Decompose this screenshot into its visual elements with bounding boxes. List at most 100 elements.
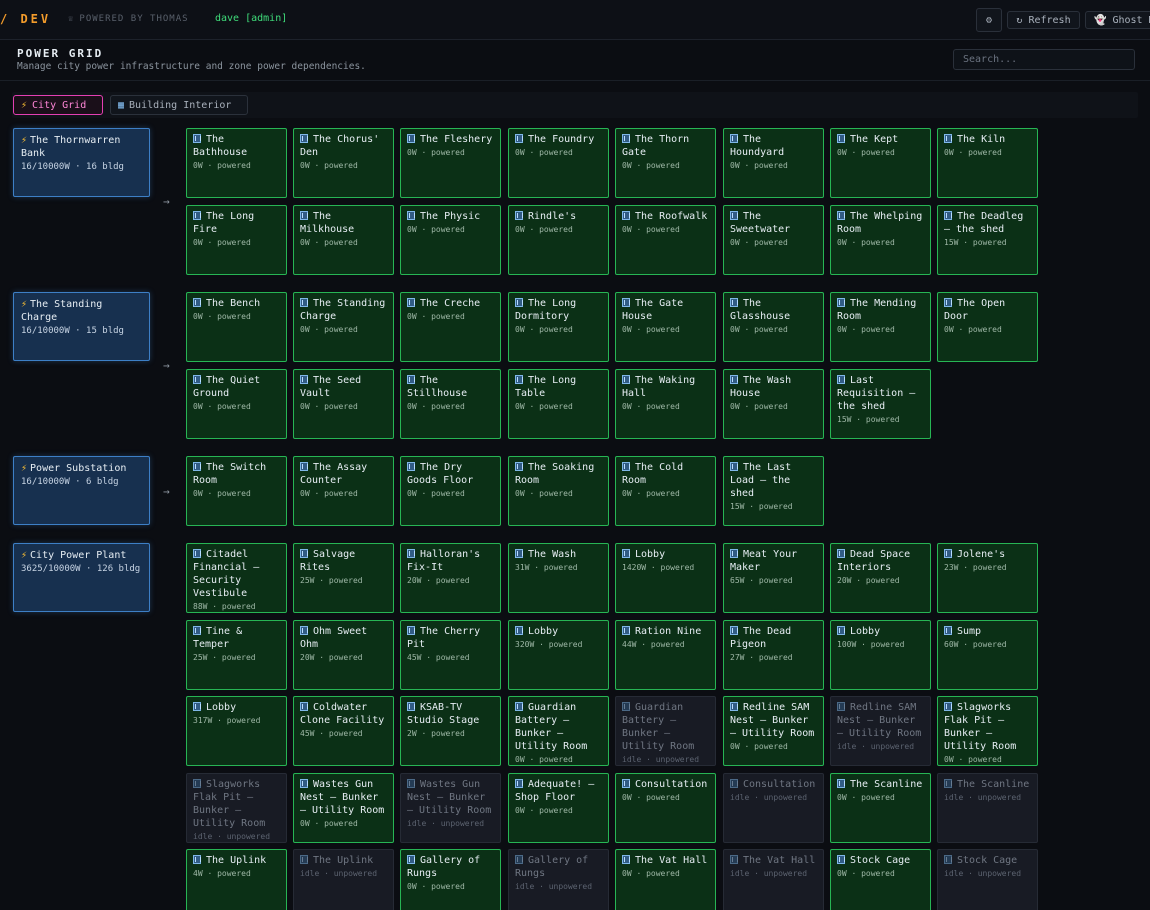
building-status: 0W · powered xyxy=(944,325,1002,334)
building-card[interactable]: The Bathhouse 0W · powered xyxy=(186,128,287,198)
building-status: 0W · powered xyxy=(622,402,680,411)
building-status: 0W · powered xyxy=(515,755,573,764)
building-card[interactable]: The Last Load — the shed 15W · powered xyxy=(723,456,824,526)
building-name: The Creche xyxy=(407,297,494,310)
building-card[interactable]: Slagworks Flak Pit — Bunker — Utility Ro… xyxy=(937,696,1038,766)
tab-building-interior[interactable]: ▦ Building Interior xyxy=(110,95,248,115)
power-source[interactable]: ⚡ The Thornwarren Bank 16/10000W · 16 bldg xyxy=(13,128,150,197)
power-source[interactable]: ⚡ Power Substation 16/10000W · 6 bldg xyxy=(13,456,150,525)
building-card[interactable]: Meat Your Maker 65W · powered xyxy=(723,543,824,613)
building-card[interactable]: The Soaking Room 0W · powered xyxy=(508,456,609,526)
building-card[interactable]: The Chorus' Den 0W · powered xyxy=(293,128,394,198)
building-card[interactable]: Citadel Financial — Security Vestibule 88… xyxy=(186,543,287,613)
power-source[interactable]: ⚡ City Power Plant 3625/10000W · 126 bldg xyxy=(13,543,150,612)
building-card[interactable]: The Waking Hall 0W · powered xyxy=(615,369,716,439)
building-name-text: Redline SAM Nest — Bunker — Utility Room xyxy=(837,702,922,739)
building-card[interactable]: Gallery of Rungs 0W · powered xyxy=(400,849,501,910)
powered-by-text: POWERED BY THOMAS xyxy=(79,14,189,24)
building-card[interactable]: The Standing Charge 0W · powered xyxy=(293,292,394,362)
building-card[interactable]: The Bench 0W · powered xyxy=(186,292,287,362)
building-card[interactable]: Lobby 100W · powered xyxy=(830,620,931,690)
building-card[interactable]: Wastes Gun Nest — Bunker — Utility Room i… xyxy=(400,773,501,843)
building-card[interactable]: The Vat Hall idle · unpowered xyxy=(723,849,824,910)
building-card[interactable]: The Kept 0W · powered xyxy=(830,128,931,198)
building-card[interactable]: The Physic 0W · powered xyxy=(400,205,501,275)
building-card[interactable]: Ohm Sweet Ohm 20W · powered xyxy=(293,620,394,690)
building-card[interactable]: Jolene's 23W · powered xyxy=(937,543,1038,613)
tab-city-grid[interactable]: ⚡ City Grid xyxy=(13,95,103,115)
building-icon xyxy=(193,462,201,471)
building-card[interactable]: The Kiln 0W · powered xyxy=(937,128,1038,198)
building-card[interactable]: Rindle's 0W · powered xyxy=(508,205,609,275)
building-card[interactable]: The Creche 0W · powered xyxy=(400,292,501,362)
building-card[interactable]: The Gate House 0W · powered xyxy=(615,292,716,362)
building-name-text: The Cold Room xyxy=(622,462,684,486)
refresh-button[interactable]: ↻ Refresh xyxy=(1007,11,1080,29)
building-card[interactable]: The Uplink 4W · powered xyxy=(186,849,287,910)
building-card[interactable]: The Seed Vault 0W · powered xyxy=(293,369,394,439)
building-card[interactable]: The Fleshery 0W · powered xyxy=(400,128,501,198)
settings-button[interactable]: ⚙ xyxy=(976,8,1002,32)
building-card[interactable]: The Foundry 0W · powered xyxy=(508,128,609,198)
building-card[interactable]: The Scanline 0W · powered xyxy=(830,773,931,843)
building-card[interactable]: The Milkhouse 0W · powered xyxy=(293,205,394,275)
building-card[interactable]: The Roofwalk 0W · powered xyxy=(615,205,716,275)
building-card[interactable]: The Long Dormitory 0W · powered xyxy=(508,292,609,362)
building-card[interactable]: The Mending Room 0W · powered xyxy=(830,292,931,362)
building-card[interactable]: Adequate! — Shop Floor 0W · powered xyxy=(508,773,609,843)
building-card[interactable]: The Open Door 0W · powered xyxy=(937,292,1038,362)
building-card[interactable]: The Quiet Ground 0W · powered xyxy=(186,369,287,439)
building-status: 0W · powered xyxy=(300,489,358,498)
building-card[interactable]: Consultation 0W · powered xyxy=(615,773,716,843)
building-card[interactable]: Consultation idle · unpowered xyxy=(723,773,824,843)
building-card[interactable]: Stock Cage 0W · powered xyxy=(830,849,931,910)
building-card[interactable]: The Uplink idle · unpowered xyxy=(293,849,394,910)
ghost-mode-button[interactable]: 👻 Ghost M xyxy=(1085,11,1150,29)
building-card[interactable]: Last Requisition — the shed 15W · powered xyxy=(830,369,931,439)
building-card[interactable]: The Long Fire 0W · powered xyxy=(186,205,287,275)
building-card[interactable]: The Assay Counter 0W · powered xyxy=(293,456,394,526)
building-card[interactable]: The Sweetwater 0W · powered xyxy=(723,205,824,275)
building-card[interactable]: Lobby 1420W · powered xyxy=(615,543,716,613)
building-card[interactable]: Redline SAM Nest — Bunker — Utility Room… xyxy=(830,696,931,766)
building-card[interactable]: KSAB-TV Studio Stage 2W · powered xyxy=(400,696,501,766)
building-card[interactable]: The Stillhouse 0W · powered xyxy=(400,369,501,439)
building-status: 0W · powered xyxy=(407,402,465,411)
building-card[interactable]: The Long Table 0W · powered xyxy=(508,369,609,439)
building-card[interactable]: Salvage Rites 25W · powered xyxy=(293,543,394,613)
building-card[interactable]: The Scanline idle · unpowered xyxy=(937,773,1038,843)
building-card[interactable]: Slagworks Flak Pit — Bunker — Utility Ro… xyxy=(186,773,287,843)
building-card[interactable]: Gallery of Rungs idle · unpowered xyxy=(508,849,609,910)
building-card[interactable]: The Houndyard 0W · powered xyxy=(723,128,824,198)
building-card[interactable]: Lobby 317W · powered xyxy=(186,696,287,766)
building-card[interactable]: The Thorn Gate 0W · powered xyxy=(615,128,716,198)
building-card[interactable]: The Wash 31W · powered xyxy=(508,543,609,613)
building-card[interactable]: The Cherry Pit 45W · powered xyxy=(400,620,501,690)
building-card[interactable]: The Dry Goods Floor 0W · powered xyxy=(400,456,501,526)
building-card[interactable]: The Whelping Room 0W · powered xyxy=(830,205,931,275)
building-card[interactable]: Halloran's Fix-It 20W · powered xyxy=(400,543,501,613)
building-card[interactable]: Dead Space Interiors 20W · powered xyxy=(830,543,931,613)
building-icon xyxy=(730,134,738,143)
building-card[interactable]: Sump 60W · powered xyxy=(937,620,1038,690)
building-card[interactable]: The Deadleg — the shed 15W · powered xyxy=(937,205,1038,275)
building-card[interactable]: Tine & Temper 25W · powered xyxy=(186,620,287,690)
building-card[interactable]: The Switch Room 0W · powered xyxy=(186,456,287,526)
building-card[interactable]: The Vat Hall 0W · powered xyxy=(615,849,716,910)
search-input[interactable] xyxy=(953,49,1135,70)
building-card[interactable]: Guardian Battery — Bunker — Utility Room… xyxy=(508,696,609,766)
building-card[interactable]: The Glasshouse 0W · powered xyxy=(723,292,824,362)
building-card[interactable]: Stock Cage idle · unpowered xyxy=(937,849,1038,910)
building-card[interactable]: The Cold Room 0W · powered xyxy=(615,456,716,526)
building-card[interactable]: The Wash House 0W · powered xyxy=(723,369,824,439)
building-card[interactable]: Ration Nine 44W · powered xyxy=(615,620,716,690)
building-card[interactable]: Lobby 320W · powered xyxy=(508,620,609,690)
power-source[interactable]: ⚡ The Standing Charge 16/10000W · 15 bldg xyxy=(13,292,150,361)
building-card[interactable]: Redline SAM Nest — Bunker — Utility Room… xyxy=(723,696,824,766)
building-card[interactable]: The Dead Pigeon 27W · powered xyxy=(723,620,824,690)
building-name-text: The Uplink xyxy=(206,855,267,866)
building-card[interactable]: Coldwater Clone Facility 45W · powered xyxy=(293,696,394,766)
building-card[interactable]: Wastes Gun Nest — Bunker — Utility Room 0… xyxy=(293,773,394,843)
building-icon xyxy=(300,462,308,471)
building-card[interactable]: Guardian Battery — Bunker — Utility Room… xyxy=(615,696,716,766)
